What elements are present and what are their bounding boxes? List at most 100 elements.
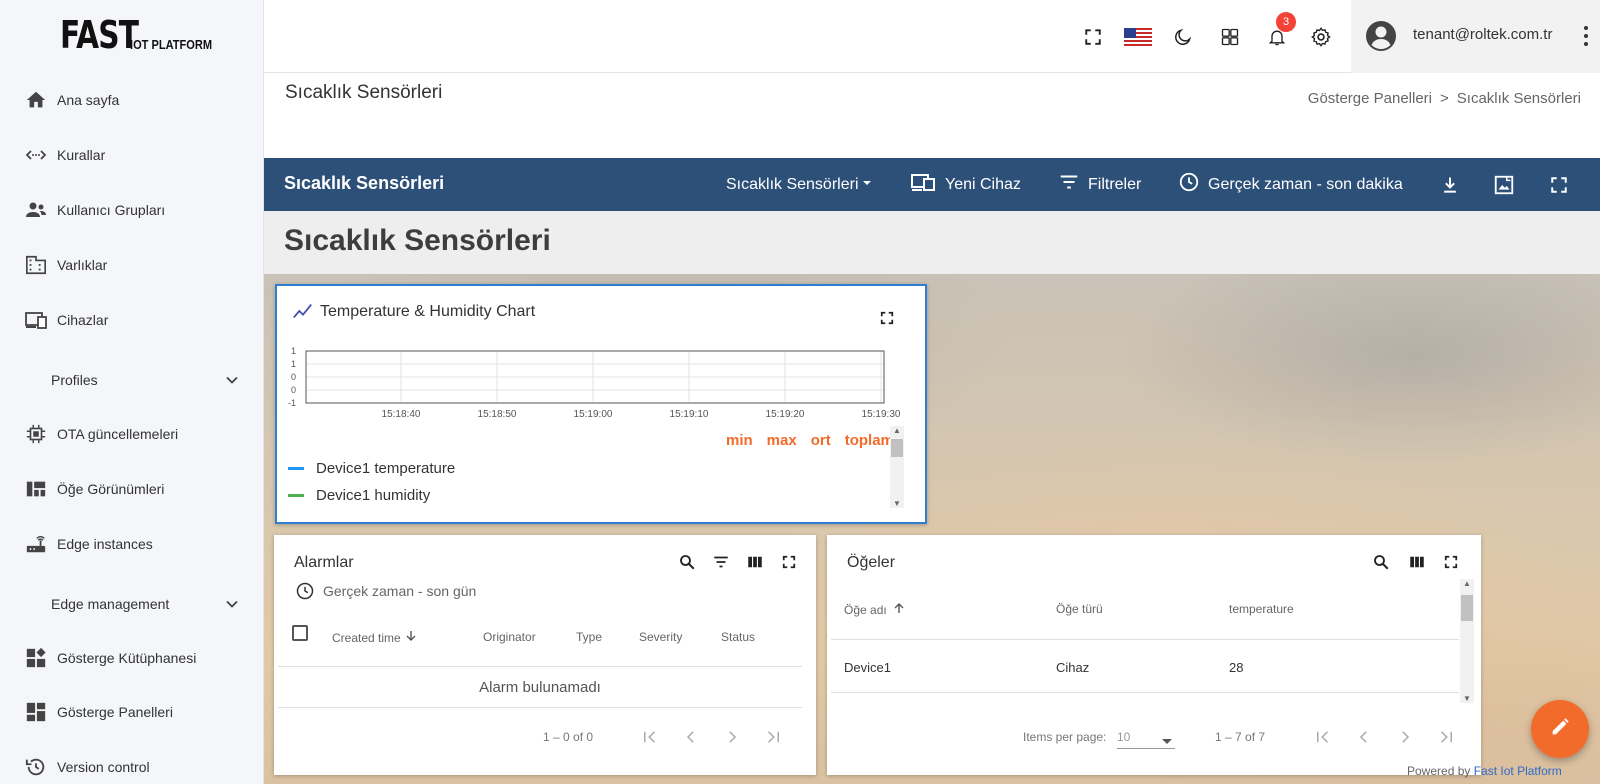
column-temperature[interactable]: temperature [1229,602,1294,616]
items-per-page-select[interactable]: 10 [1117,725,1175,749]
first-page-icon[interactable] [638,725,662,749]
export-image-icon[interactable] [1491,172,1517,198]
x-tick-label: 15:19:10 [670,409,709,420]
sidebar-item-ota-updates[interactable]: OTA güncellemeleri [0,414,264,454]
dashboard-toolbar: Sıcaklık Sensörleri Sıcaklık Sensörleri … [264,158,1600,211]
legend-header-total: toplam [844,432,894,449]
column-created-time[interactable]: Created time [332,630,417,645]
scroll-down-arrow-icon[interactable]: ▼ [890,499,904,508]
alarms-timewindow[interactable]: Gerçek zaman - son gün [323,583,476,599]
scroll-down-arrow-icon[interactable]: ▼ [1460,694,1474,703]
column-type[interactable]: Type [576,630,602,644]
column-originator[interactable]: Originator [483,630,536,644]
view-quilt-icon [24,477,48,501]
x-tick-label: 15:19:00 [574,409,613,420]
state-select-value: Sıcaklık Sensörleri [726,175,859,193]
sidebar-item-home[interactable]: Ana sayfa [0,80,264,120]
us-flag-icon[interactable] [1123,24,1153,50]
column-entity-name[interactable]: Öğe adı [844,602,905,617]
notifications-bell-icon[interactable]: 3 [1264,12,1296,50]
sidebar-item-user-groups[interactable]: Kullanıcı Grupları [0,190,264,230]
y-tick-label: -1 [288,398,296,408]
user-menu[interactable]: tenant@roltek.com.tr [1351,0,1600,73]
logo[interactable]: FAST IOT PLATFORM [60,16,227,54]
last-page-icon[interactable] [1434,725,1458,749]
scrollbar-thumb[interactable] [1461,595,1473,621]
legend-item-humidity[interactable]: Device1 humidity [288,487,430,504]
legend-scrollbar[interactable]: ▲ ▼ [890,426,904,508]
filter-icon[interactable] [709,550,733,574]
legend-header-min: min [726,432,753,449]
download-icon[interactable] [1437,172,1463,198]
y-tick-label: 1 [291,346,296,356]
next-page-icon[interactable] [1393,725,1417,749]
sidebar-item-version-control[interactable]: Version control [0,747,264,784]
column-severity[interactable]: Severity [639,630,682,644]
dashboard-state-select[interactable]: Sıcaklık Sensörleri [726,158,873,211]
select-all-checkbox[interactable] [292,625,308,641]
sidebar-item-label: Kurallar [57,147,106,163]
column-status[interactable]: Status [721,630,755,644]
sidebar-item-rules[interactable]: Kurallar [0,135,264,175]
dashboard-canvas: Temperature & Humidity Chart 1 1 0 0 -1 15:18… [264,274,1600,784]
scrollbar-thumb[interactable] [891,439,903,457]
next-page-icon[interactable] [720,725,744,749]
header-divider [831,639,1459,640]
breadcrumb-current: Sıcaklık Sensörleri [1456,90,1581,107]
dropdown-arrow-icon [1161,733,1173,751]
last-page-icon[interactable] [761,725,785,749]
sidebar-item-profiles[interactable]: Profiles [0,360,264,400]
temperature-humidity-chart-widget[interactable]: Temperature & Humidity Chart 1 1 0 0 -1 15:18… [275,284,927,524]
sidebar-item-label: Cihazlar [57,312,109,328]
scroll-up-arrow-icon[interactable]: ▲ [890,426,904,435]
filter-icon [1058,171,1080,198]
chip-icon [24,422,48,446]
dropdown-arrow-icon [861,176,873,194]
breadcrumb: Gösterge Panelleri > Sıcaklık Sensörleri [1308,90,1581,107]
search-icon[interactable] [1369,550,1393,574]
cell-temperature: 28 [1229,660,1244,675]
columns-icon[interactable] [743,550,767,574]
new-device-button[interactable]: Yeni Cihaz [911,158,1021,211]
widget-fullscreen-icon[interactable] [875,306,899,330]
filters-button[interactable]: Filtreler [1058,158,1141,211]
dark-mode-moon-icon[interactable] [1170,24,1196,50]
sidebar-item-edge-management[interactable]: Edge management [0,584,264,624]
timewindow-button[interactable]: Gerçek zaman - son dakika [1178,158,1403,211]
first-page-icon[interactable] [1311,725,1335,749]
breadcrumb-dashboards-link[interactable]: Gösterge Panelleri [1308,90,1432,107]
page-title: Sıcaklık Sensörleri [285,82,443,103]
sidebar-item-entity-views[interactable]: Öğe Görünümleri [0,469,264,509]
apps-grid-icon[interactable] [1217,24,1243,50]
legend-item-temperature[interactable]: Device1 temperature [288,460,455,477]
legend-swatch-humidity [288,494,304,497]
alarms-widget[interactable]: Alarmlar Gerçek zaman - son gün Created … [274,535,816,775]
column-label: Created time [332,630,401,645]
dashboard-fullscreen-icon[interactable] [1546,172,1572,198]
columns-icon[interactable] [1405,550,1429,574]
widget-fullscreen-icon[interactable] [777,550,801,574]
code-arrows-icon [24,143,48,167]
devices-icon [24,308,48,332]
previous-page-icon[interactable] [679,725,703,749]
sidebar-item-widgets-library[interactable]: Gösterge Kütüphanesi [0,638,264,678]
timewindow-label: Gerçek zaman - son dakika [1208,175,1403,193]
more-vert-icon[interactable] [1583,25,1589,52]
sidebar-item-label: Gösterge Panelleri [57,704,173,720]
dashboard-icon [24,700,48,724]
table-scrollbar[interactable]: ▲ ▼ [1460,579,1474,703]
edit-dashboard-button[interactable] [1531,700,1589,758]
entities-widget[interactable]: Öğeler Öğe adı Öğe türü temperature Devi… [827,535,1481,775]
widget-fullscreen-icon[interactable] [1439,550,1463,574]
settings-gear-icon[interactable] [1308,24,1334,50]
scroll-up-arrow-icon[interactable]: ▲ [1460,579,1474,588]
sidebar-item-assets[interactable]: Varlıklar [0,245,264,285]
fullscreen-icon[interactable] [1080,24,1106,50]
sidebar-item-devices[interactable]: Cihazlar [0,300,264,340]
sidebar-item-dashboards[interactable]: Gösterge Panelleri [0,692,264,732]
sidebar-item-edge-instances[interactable]: Edge instances [0,524,264,564]
column-entity-type[interactable]: Öğe türü [1056,602,1103,616]
powered-by-brand-link[interactable]: Fast Iot Platform [1474,764,1562,778]
search-icon[interactable] [675,550,699,574]
previous-page-icon[interactable] [1352,725,1376,749]
